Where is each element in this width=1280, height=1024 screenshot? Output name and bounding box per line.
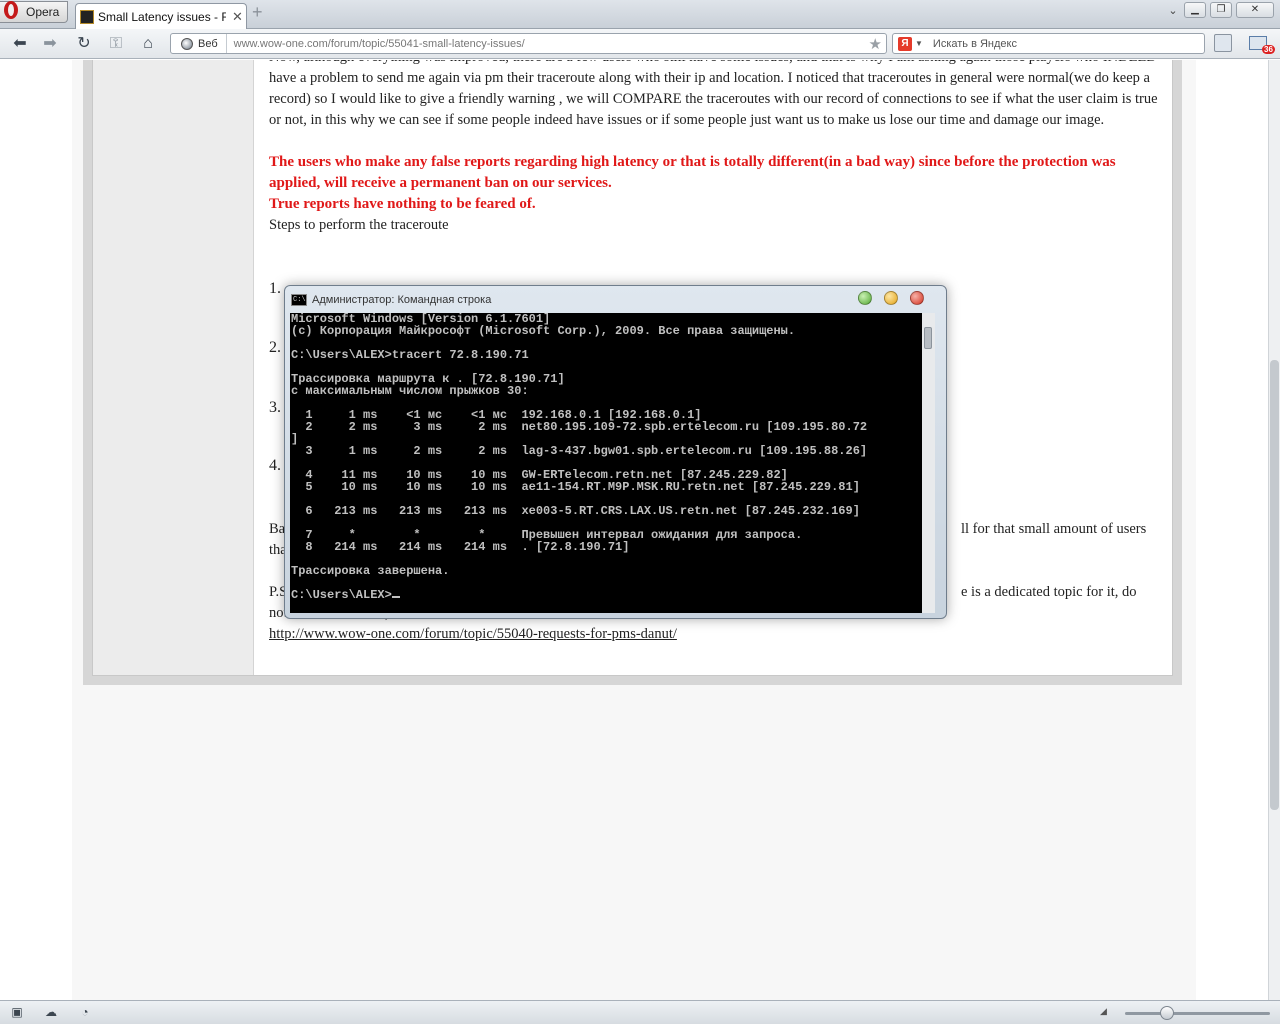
tab-bar: Opera Small Latency issues - F... ✕ + ⌄ … [0,0,1280,29]
search-field[interactable]: Я ▼ Искать в Яндекс [892,33,1205,54]
console-scrollbar[interactable] [922,313,935,613]
key-icon[interactable]: ⚿ [106,34,126,54]
console-line: 6 213 ms 213 ms 213 ms xe003-5.RT.CRS.LA… [291,504,860,518]
console-text: Microsoft Windows [Version 6.1.7601] (c) … [291,313,867,601]
console-line: C:\Users\ALEX>tracert 72.8.190.71 [291,348,529,362]
url-text[interactable]: www.wow-one.com/forum/topic/55041-small-… [227,38,525,50]
new-tab-icon[interactable]: + [252,3,268,21]
opera-menu-label: Opera [26,5,60,19]
bookmark-star-icon[interactable]: ★ [869,35,882,53]
command-prompt-window[interactable]: C:\ Администратор: Командная строка Micr… [284,285,947,619]
back-arrow-icon[interactable]: ⬅ [10,34,30,54]
panel-toggle-icon[interactable]: ▣ [9,1005,25,1019]
hidden-text-fragment: Ba [269,521,286,537]
search-placeholder[interactable]: Искать в Яндекс [933,38,1017,50]
cmd-maximize-button[interactable] [884,291,898,305]
tab-close-icon[interactable]: ✕ [232,9,243,25]
console-line: (c) Корпорация Майкрософт (Microsoft Cor… [291,324,796,338]
close-window-button[interactable]: ✕ [1236,2,1274,18]
step-number: 4. [269,457,281,474]
cmd-close-button[interactable] [910,291,924,305]
mail-count-badge: 36 [1262,45,1275,54]
home-icon[interactable]: ⌂ [138,34,158,54]
opera-menu-button[interactable]: Opera [0,1,68,23]
hidden-text-fragment: ll for that small amount of users [961,521,1147,537]
console-line: 3 1 ms 2 ms 2 ms lag-3-437.bgw01.spb.ert… [291,444,868,458]
console-icon: C:\ [291,294,307,306]
cmd-title-bar[interactable]: C:\ Администратор: Командная строка [291,292,491,308]
tab-title: Small Latency issues - F... [98,9,226,24]
zoom-slider-thumb[interactable] [1160,1006,1174,1020]
step-number: 2. [269,339,281,356]
cmd-minimize-button[interactable] [858,291,872,305]
reload-icon[interactable]: ↻ [74,34,94,54]
console-line: с максимальным числом прыжков 30: [291,384,529,398]
zoom-arrow-icon[interactable]: ◢ [1100,1006,1107,1017]
navigation-bar: ⬅ ➡ ↻ ⚿ ⌂ Веб www.wow-one.com/forum/topi… [0,29,1280,59]
console-line: C:\Users\ALEX> [291,589,867,601]
opera-unite-cloud-icon[interactable]: ☁ [43,1005,59,1019]
tab-small-latency-issues[interactable]: Small Latency issues - F... ✕ [75,3,247,29]
site-favicon-icon [80,9,94,24]
page-scrollbar[interactable] [1268,60,1280,1000]
warning-text: The users who make any false reports reg… [269,154,1116,191]
opera-logo-icon [4,1,18,19]
text-cursor [391,596,400,598]
page-scrollbar-thumb[interactable] [1270,360,1279,810]
window-controls: ⌄ ▁ ❐ ✕ [1166,2,1274,18]
search-engine-dropdown-icon[interactable]: ▼ [915,39,923,48]
minimize-window-button[interactable]: ▁ [1184,2,1206,18]
hidden-text-fragment: e is a dedicated topic for it, do [961,584,1137,600]
security-badge[interactable]: Веб [171,34,227,53]
status-bar: ▣ ☁ ◔ ◢ [0,1000,1280,1024]
post-body: Now, although everything was improved, t… [269,60,1159,236]
console-scrollbar-thumb[interactable] [924,327,932,349]
console-line: Трассировка завершена. [291,564,450,578]
yandex-icon[interactable]: Я [898,36,912,51]
turbo-speedometer-icon[interactable]: ◔ [77,1005,93,1019]
console-line: 5 10 ms 10 ms 10 ms ae11-154.RT.M9P.MSK.… [291,480,860,494]
cmd-title: Администратор: Командная строка [312,294,492,306]
globe-icon [181,37,193,50]
author-sidebar [93,60,254,675]
cmd-window-controls [858,291,924,305]
address-bar[interactable]: Веб www.wow-one.com/forum/topic/55041-sm… [170,33,887,54]
step-number: 3. [269,399,281,416]
zoom-slider-track[interactable] [1125,1012,1270,1015]
warning-text-2: True reports have nothing to be feared o… [269,196,536,212]
security-badge-label: Веб [198,37,218,50]
step-number: 1. [269,280,281,297]
console-output[interactable]: Microsoft Windows [Version 6.1.7601] (c) … [290,313,935,613]
tab-list-chevron-icon[interactable]: ⌄ [1166,4,1180,17]
speed-dial-icon[interactable] [1214,34,1232,52]
post-paragraph: Now, although everything was improved, t… [269,60,1158,128]
restore-window-button[interactable]: ❐ [1210,2,1232,18]
steps-heading: Steps to perform the traceroute [269,217,449,233]
console-line: 8 214 ms 214 ms 214 ms . [72.8.190.71] [291,540,630,554]
console-line: 2 2 ms 3 ms 2 ms net80.195.109-72.spb.er… [291,420,868,434]
topic-link[interactable]: http://www.wow-one.com/forum/topic/55040… [269,626,677,643]
forward-arrow-icon[interactable]: ➡ [40,34,60,54]
